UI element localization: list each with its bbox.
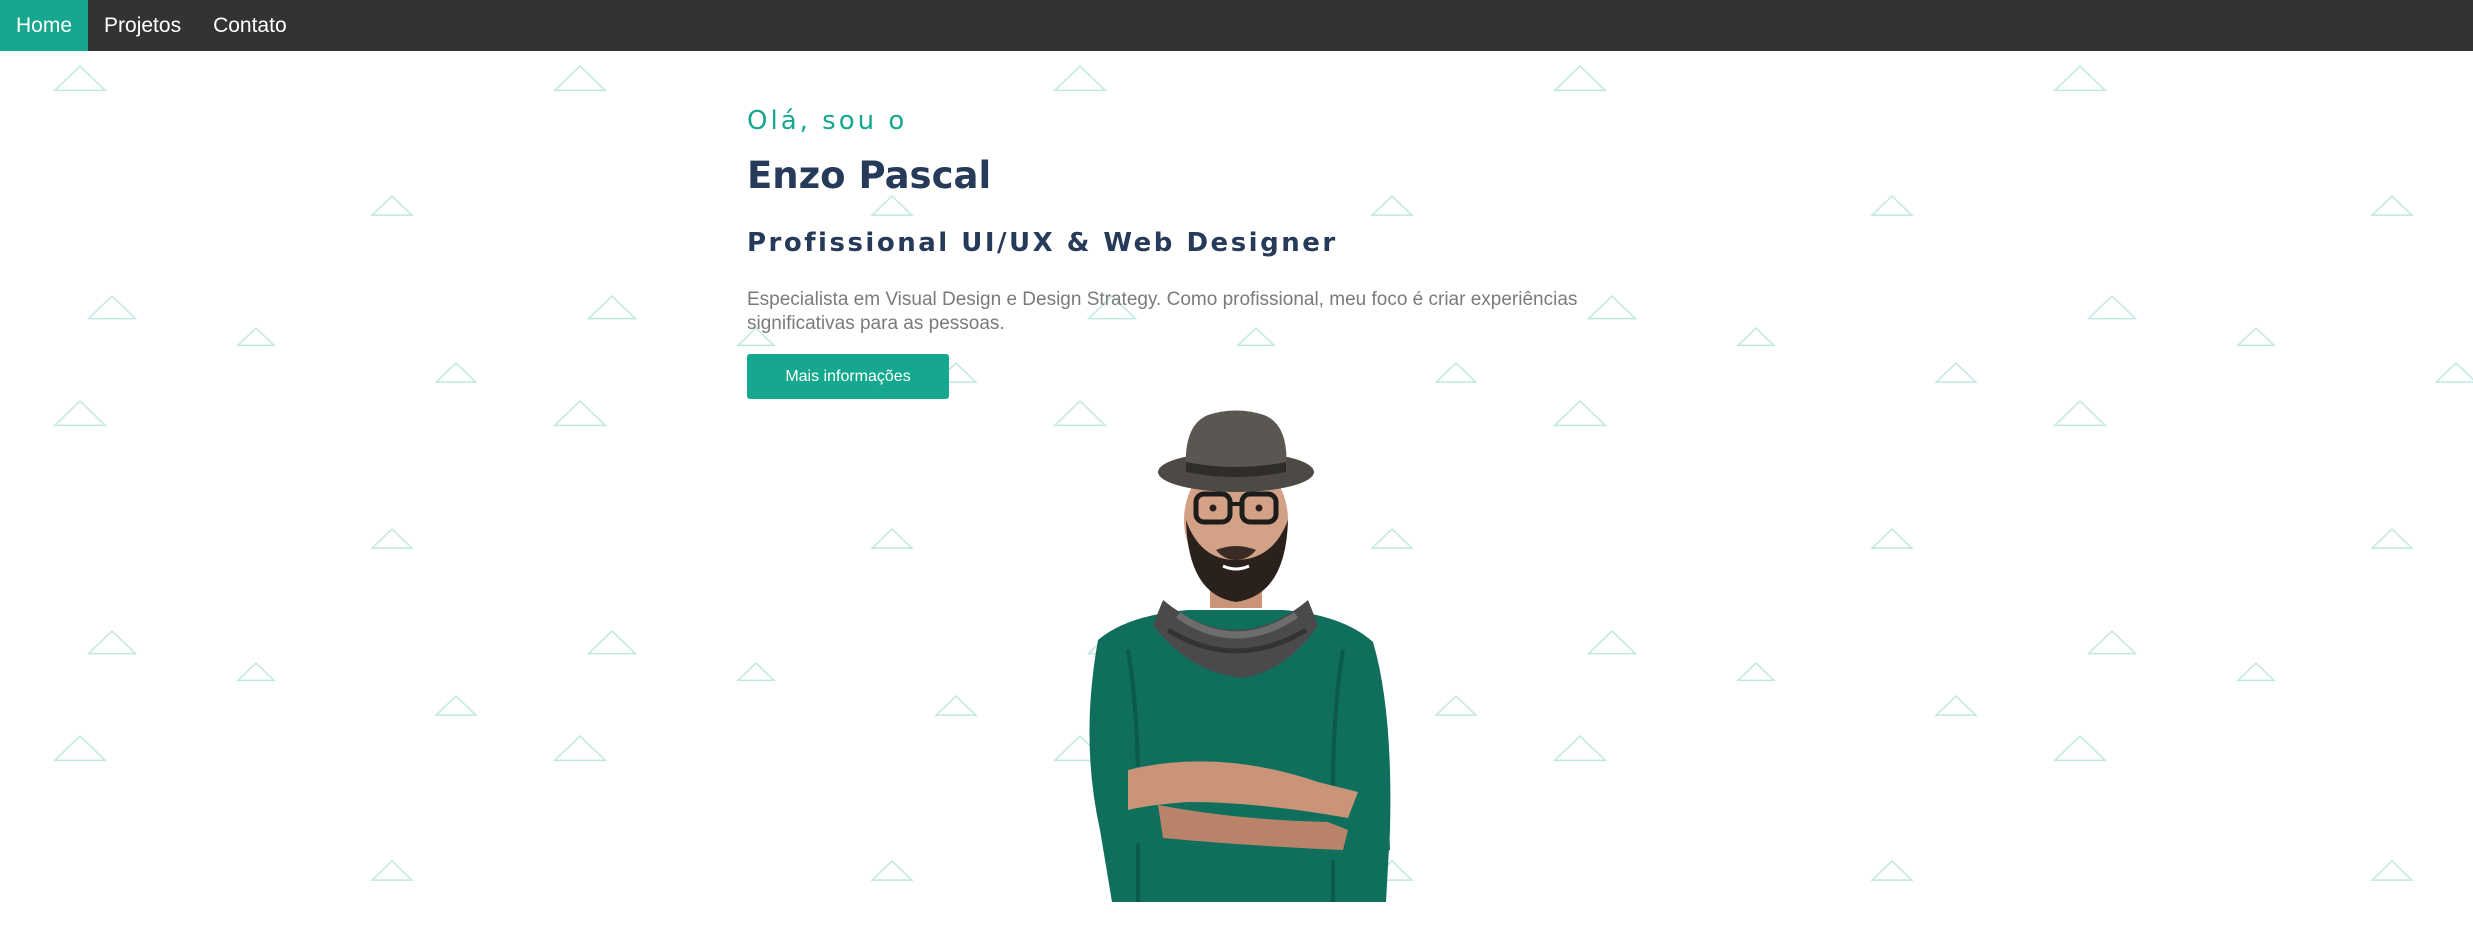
pattern-triangle <box>1870 859 1914 881</box>
nav-contato[interactable]: Contato <box>197 0 303 51</box>
pattern-triangle <box>1552 64 1608 92</box>
pattern-triangle <box>52 64 108 92</box>
pattern-triangle <box>52 734 108 762</box>
pattern-triangle <box>2434 361 2473 383</box>
hero-description: Especialista em Visual Design e Design S… <box>747 289 1578 334</box>
pattern-triangle <box>2370 194 2414 216</box>
pattern-triangle <box>1434 361 1478 383</box>
pattern-triangle <box>370 194 414 216</box>
pattern-triangle <box>1552 734 1608 762</box>
pattern-triangle <box>870 194 914 216</box>
pattern-triangle <box>934 694 978 716</box>
nav-projetos[interactable]: Projetos <box>88 0 197 51</box>
pattern-triangle <box>236 326 276 347</box>
hero-role: Profissional UI/UX & Web Designer <box>747 228 1338 258</box>
pattern-triangle <box>1552 399 1608 427</box>
hero-name: Enzo Pascal <box>747 154 992 197</box>
pattern-triangle <box>1736 326 1776 347</box>
pattern-triangle <box>2052 64 2108 92</box>
pattern-triangle <box>1370 194 1414 216</box>
pattern-triangle <box>870 859 914 881</box>
pattern-triangle <box>2370 527 2414 549</box>
pattern-triangle <box>1870 527 1914 549</box>
pattern-triangle <box>2086 294 2138 320</box>
pattern-triangle <box>2086 629 2138 655</box>
pattern-triangle <box>736 661 776 682</box>
pattern-triangle <box>552 734 608 762</box>
pattern-triangle <box>52 399 108 427</box>
nav-home[interactable]: Home <box>0 0 89 51</box>
pattern-triangle <box>1870 194 1914 216</box>
pattern-triangle <box>434 361 478 383</box>
pattern-triangle <box>1736 661 1776 682</box>
pattern-triangle <box>434 694 478 716</box>
pattern-triangle <box>870 527 914 549</box>
pattern-triangle <box>586 629 638 655</box>
pattern-triangle <box>370 859 414 881</box>
pattern-triangle <box>2052 734 2108 762</box>
hero-greeting: Olá, sou o <box>747 106 908 136</box>
pattern-triangle <box>1052 64 1108 92</box>
pattern-triangle <box>1586 629 1638 655</box>
pattern-triangle <box>2370 859 2414 881</box>
pattern-triangle <box>552 399 608 427</box>
pattern-triangle <box>236 661 276 682</box>
portrait-image <box>1089 410 1391 902</box>
pattern-triangle <box>1434 694 1478 716</box>
pattern-triangle <box>552 64 608 92</box>
pattern-triangle <box>86 629 138 655</box>
pattern-triangle <box>2236 661 2276 682</box>
more-info-button[interactable]: Mais informações <box>747 354 949 399</box>
pattern-triangle <box>586 294 638 320</box>
pattern-triangle <box>2236 326 2276 347</box>
pattern-triangle <box>370 527 414 549</box>
pattern-triangle <box>2052 399 2108 427</box>
pattern-triangle <box>86 294 138 320</box>
pattern-triangle <box>1934 694 1978 716</box>
top-navbar: Home Projetos Contato <box>0 0 2473 51</box>
pattern-triangle <box>1934 361 1978 383</box>
